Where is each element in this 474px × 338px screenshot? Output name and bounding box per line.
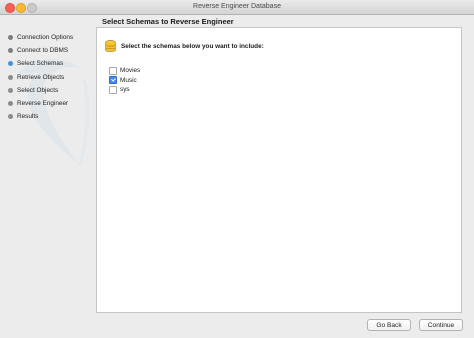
- go-back-button[interactable]: Go Back: [367, 319, 411, 331]
- schema-checkbox[interactable]: [109, 76, 117, 85]
- step-label: Select Objects: [17, 86, 59, 94]
- schema-label: Music: [120, 76, 137, 84]
- continue-button[interactable]: Continue: [419, 319, 463, 331]
- schema-panel: Select the schemas below you want to inc…: [96, 27, 462, 313]
- step-dot-icon: [8, 101, 13, 107]
- window-title: Reverse Engineer Database: [193, 3, 281, 10]
- step-reverse-engineer: Reverse Engineer: [8, 97, 73, 110]
- step-connect-to-dbms: Connect to DBMS: [8, 44, 73, 57]
- step-results: Results: [8, 110, 73, 123]
- schema-item-movies[interactable]: Movies: [109, 66, 140, 76]
- wizard-steps: Connection Options Connect to DBMS Selec…: [8, 31, 73, 123]
- schema-label: sys: [120, 86, 130, 94]
- schema-label: Movies: [120, 67, 141, 75]
- step-label: Reverse Engineer: [17, 100, 69, 108]
- schema-checkbox[interactable]: [109, 66, 117, 75]
- step-dot-icon: [8, 35, 13, 41]
- step-dot-icon: [8, 114, 13, 120]
- step-label: Connection Options: [17, 34, 74, 42]
- step-label: Retrieve Objects: [17, 73, 65, 81]
- page-title: Select Schemas to Reverse Engineer: [102, 17, 234, 26]
- instruction-text: Select the schemas below you want to inc…: [121, 43, 264, 50]
- title-bar: Reverse Engineer Database: [0, 0, 474, 15]
- database-icon: [105, 40, 116, 52]
- schema-checkbox[interactable]: [109, 85, 117, 94]
- step-select-objects: Select Objects: [8, 84, 73, 97]
- schema-item-music[interactable]: Music: [109, 76, 140, 86]
- step-label: Results: [17, 113, 39, 121]
- wizard-sidebar: Connection Options Connect to DBMS Selec…: [0, 15, 92, 338]
- step-retrieve-objects: Retrieve Objects: [8, 71, 73, 84]
- step-dot-icon: [8, 74, 13, 80]
- step-dot-icon: [8, 48, 13, 54]
- step-label: Connect to DBMS: [17, 47, 69, 55]
- schema-list: Movies Music sys: [109, 66, 140, 95]
- step-connection-options: Connection Options: [8, 31, 73, 44]
- schema-item-sys[interactable]: sys: [109, 85, 140, 95]
- step-dot-icon: [8, 61, 13, 67]
- step-label: Select Schemas: [17, 60, 64, 68]
- step-dot-icon: [8, 87, 13, 93]
- step-select-schemas: Select Schemas: [8, 57, 73, 70]
